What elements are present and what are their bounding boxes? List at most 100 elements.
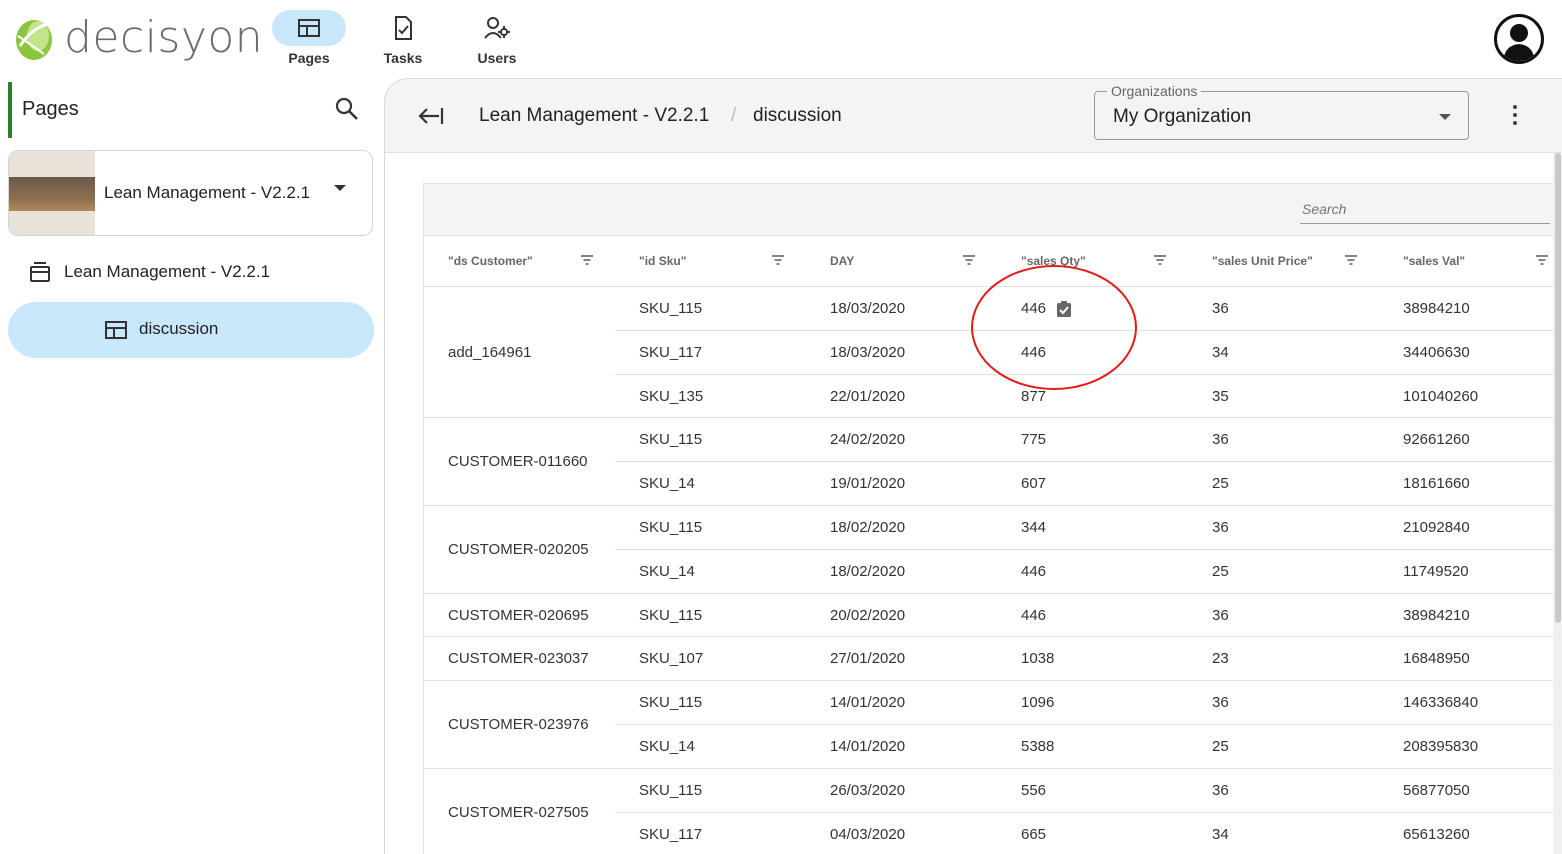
customer-cell: CUSTOMER-023037	[448, 650, 589, 668]
logo-text: decisyon	[64, 12, 264, 63]
tree-item-app-label: Lean Management - V2.2.1	[64, 262, 271, 281]
day-cell: 18/03/2020	[830, 300, 906, 317]
back-arrow-icon[interactable]	[417, 105, 445, 127]
filter-icon[interactable]	[1344, 254, 1358, 266]
nav-tasks-label: Tasks	[383, 50, 423, 66]
row-divider	[615, 548, 1554, 550]
customer-cell: CUSTOMER-023976	[448, 716, 589, 733]
sidebar-title: Pages	[22, 98, 79, 120]
price-cell: 36	[1212, 300, 1229, 317]
filter-icon[interactable]	[1535, 254, 1549, 266]
day-cell: 14/01/2020	[830, 738, 906, 755]
inbox-icon	[30, 262, 50, 282]
val-cell: 65613260	[1403, 825, 1470, 843]
column-header[interactable]: "sales Val"	[1403, 254, 1465, 268]
tree-item-app[interactable]: Lean Management - V2.2.1	[28, 260, 270, 284]
vertical-scrollbar[interactable]	[1553, 153, 1562, 854]
price-cell: 34	[1212, 343, 1229, 361]
sku-cell: SKU_107	[639, 650, 704, 668]
breadcrumb-app[interactable]: Lean Management - V2.2.1	[479, 105, 709, 127]
main-panel: Lean Management - V2.2.1 / discussion Or…	[384, 78, 1562, 854]
customer-cell: CUSTOMER-020695	[448, 606, 589, 624]
nav-pages[interactable]: Pages	[272, 10, 346, 66]
val-cell: 21092840	[1403, 519, 1470, 536]
row-divider	[615, 724, 1554, 725]
row-divider	[424, 592, 1554, 594]
val-cell: 101040260	[1403, 387, 1479, 405]
column-header[interactable]: "ds Customer"	[448, 254, 533, 268]
price-cell: 23	[1212, 650, 1229, 668]
app-selector[interactable]: Lean Management - V2.2.1	[8, 150, 373, 236]
organization-select[interactable]: Organizations My Organization	[1094, 83, 1469, 140]
qty-cell: 665	[1021, 825, 1047, 843]
column-header[interactable]: "sales Unit Price"	[1212, 254, 1313, 268]
day-cell: 04/03/2020	[830, 825, 906, 843]
price-cell: 34	[1212, 825, 1229, 843]
val-cell: 92661260	[1403, 431, 1470, 449]
qty-cell: 607	[1021, 475, 1047, 493]
grid-search-input[interactable]	[1300, 194, 1550, 224]
sku-cell: SKU_115	[639, 606, 703, 624]
caret-down-icon[interactable]	[334, 185, 346, 191]
day-cell: 20/02/2020	[830, 606, 906, 624]
val-cell: 208395830	[1403, 738, 1479, 755]
nav-users-pill[interactable]	[460, 10, 534, 46]
val-cell: 11749520	[1403, 562, 1469, 580]
qty-cell: 775	[1021, 431, 1047, 449]
customer-cell: CUSTOMER-011660	[448, 453, 588, 471]
user-avatar[interactable]	[1494, 14, 1544, 64]
customer-cell: CUSTOMER-027505	[448, 803, 589, 821]
nav-pages-label: Pages	[288, 50, 330, 66]
nav-pages-pill[interactable]	[272, 10, 346, 46]
dashboard-icon	[105, 321, 127, 339]
row-divider	[615, 461, 1554, 463]
day-cell: 18/02/2020	[830, 562, 906, 580]
filter-icon[interactable]	[580, 254, 594, 266]
tree-item-discussion[interactable]: discussion	[8, 302, 374, 358]
sku-cell: SKU_135	[639, 387, 704, 405]
sku-cell: SKU_14	[639, 562, 695, 580]
sidebar: Pages Lean Management - V2.2.1 Lean Mana…	[0, 78, 384, 854]
logo[interactable]: decisyon	[14, 14, 263, 62]
nav-users[interactable]: Users	[460, 10, 534, 66]
qty-cell: 1096	[1021, 694, 1055, 712]
sku-cell: SKU_115	[639, 781, 703, 799]
clipboard-check-icon	[395, 16, 412, 40]
decisyon-logo-icon	[16, 20, 52, 60]
qty-cell: 446	[1021, 606, 1047, 624]
qty-cell: 344	[1021, 519, 1047, 536]
filter-icon[interactable]	[962, 254, 976, 266]
nav-tasks[interactable]: Tasks	[366, 10, 440, 66]
sidebar-header: Pages	[8, 82, 378, 138]
column-header[interactable]: "id Sku"	[639, 254, 686, 268]
row-divider	[424, 636, 1554, 638]
page-header: Lean Management - V2.2.1 / discussion Or…	[385, 79, 1562, 153]
day-cell: 27/01/2020	[830, 650, 906, 668]
day-cell: 18/02/2020	[830, 519, 906, 536]
val-cell: 56877050	[1403, 781, 1470, 799]
caret-down-icon[interactable]	[1439, 114, 1451, 120]
grid-header-row: "ds Customer" "id Sku" DAY "sales Qty" "sale…	[424, 236, 1554, 287]
day-cell: 18/03/2020	[830, 343, 906, 361]
price-cell: 25	[1212, 562, 1229, 580]
customer-cell: CUSTOMER-020205	[448, 540, 589, 558]
sku-cell: SKU_115	[639, 694, 703, 712]
price-cell: 35	[1212, 387, 1229, 405]
qty-cell: 446	[1021, 562, 1047, 580]
highlight-annotation-circle	[971, 265, 1137, 390]
sku-cell: SKU_115	[639, 300, 703, 317]
val-cell: 38984210	[1403, 606, 1470, 624]
sku-cell: SKU_117	[639, 343, 703, 361]
filter-icon[interactable]	[771, 254, 785, 266]
filter-icon[interactable]	[1153, 254, 1167, 266]
dashboard-icon	[298, 19, 320, 37]
column-header[interactable]: DAY	[830, 254, 854, 268]
scrollbar-thumb[interactable]	[1555, 153, 1561, 623]
day-cell: 26/03/2020	[830, 781, 906, 799]
qty-cell: 1038	[1021, 650, 1055, 668]
app-thumbnail	[9, 151, 95, 235]
price-cell: 25	[1212, 475, 1229, 493]
more-vert-icon[interactable]	[1513, 105, 1519, 129]
search-icon[interactable]	[334, 96, 360, 122]
nav-tasks-pill[interactable]	[366, 10, 440, 46]
